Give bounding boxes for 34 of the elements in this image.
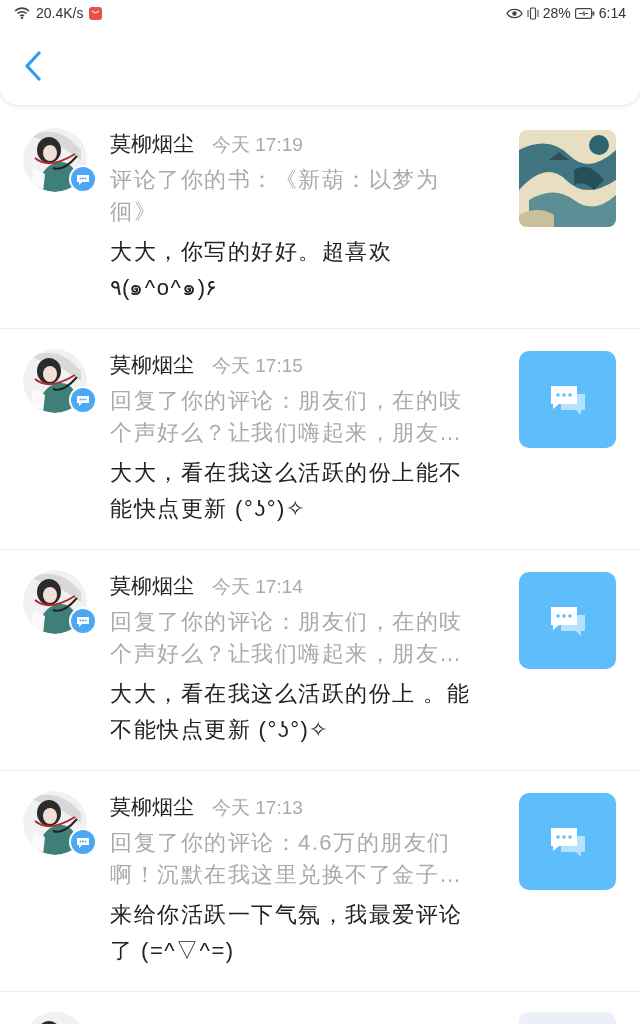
comment-message: 大大，看在我这么活跃的份上 。能不能快点更新 (°ʖ°)✧: [110, 680, 472, 744]
app-icon: [89, 6, 103, 20]
comment-thumbnail[interactable]: [519, 793, 616, 890]
notification-summary: 回复了你的评论：朋友们，在的吱个声好么？让我们嗨起来，朋友…: [110, 608, 464, 668]
comment-badge-icon: [69, 828, 97, 856]
comment-thumbnail[interactable]: [519, 572, 616, 669]
battery-percent: 28%: [542, 3, 571, 23]
notification-summary: 回复了你的评论：4.6万的朋友们啊！沉默在我这里兑换不了金子…: [110, 829, 464, 889]
user-name[interactable]: 莫柳烟尘: [110, 349, 194, 381]
comment-badge-icon: [69, 165, 97, 193]
user-name[interactable]: 莫柳烟尘: [110, 128, 194, 160]
comment-message: 大大，看在我这么活跃的份上能不能快点更新 (°ʖ°)✧: [110, 459, 464, 523]
comment-icon: [548, 825, 587, 858]
vibrate-icon: [526, 6, 539, 20]
comment-message: 来给你活跃一下气氛，我最爱评论了 (=^▽^=): [110, 901, 464, 965]
notification-summary: 评论了你的书：《新葫：以梦为徊》: [110, 166, 440, 226]
comment-icon: [548, 604, 587, 637]
timestamp: 今天 17:13: [212, 796, 303, 820]
timestamp: 今天 17:15: [212, 354, 303, 378]
timestamp: 今天 17:14: [212, 575, 303, 599]
timestamp: 今天 17:19: [212, 133, 303, 157]
notification-summary: 回复了你的评论：朋友们，在的吱个声好么？让我们嗨起来，朋友…: [110, 387, 464, 447]
clock-time: 6:14: [598, 3, 626, 23]
network-speed: 20.4K/s: [36, 3, 84, 23]
comment-icon: [548, 383, 587, 416]
comment-message: 大大，你写的好好。超喜欢 ٩(๑^o^๑)۶: [110, 238, 393, 302]
wifi-icon: [14, 7, 30, 19]
user-name[interactable]: 莫柳烟尘: [110, 570, 194, 602]
comment-badge-icon: [69, 607, 97, 635]
user-name[interactable]: 莫柳烟尘: [110, 791, 194, 823]
eye-icon: [505, 7, 523, 19]
comment-badge-icon: [69, 386, 97, 414]
battery-icon: [574, 7, 595, 19]
comment-thumbnail[interactable]: [519, 351, 616, 448]
